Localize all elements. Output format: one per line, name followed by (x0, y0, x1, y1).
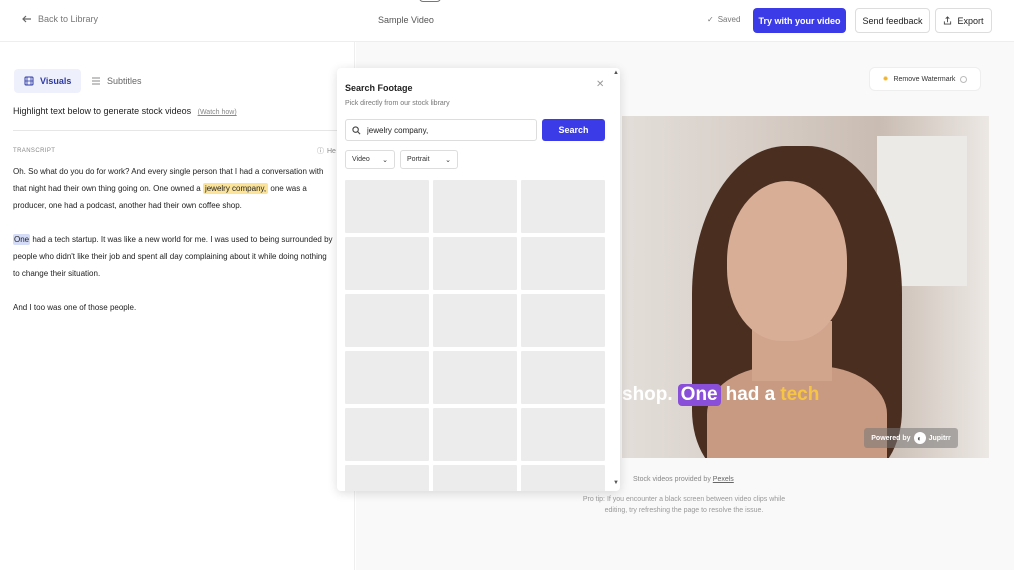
search-icon (352, 125, 361, 134)
watch-how-link[interactable]: (Watch how) (198, 109, 237, 116)
footage-tile[interactable] (433, 180, 517, 233)
caption-word: had a (725, 384, 776, 405)
footage-tile[interactable] (345, 180, 429, 233)
transcript-paragraph[interactable]: Oh. So what do you do for work? And ever… (13, 163, 333, 214)
caption-word: shop. (622, 384, 673, 405)
powered-by-label: Powered by (871, 434, 911, 442)
transcript-text: And I too was one of those people. (13, 303, 137, 312)
chevron-down-icon: ⌄ (382, 156, 388, 164)
window-handle (419, 0, 441, 2)
sparkle-icon: ✹ (882, 76, 889, 83)
footage-tile[interactable] (521, 180, 605, 233)
footage-tile[interactable] (345, 351, 429, 404)
highlighted-phrase[interactable]: jewelry company, (202, 183, 269, 194)
panel-title: Search Footage (345, 83, 413, 93)
help-label: He (327, 147, 336, 155)
footage-search-field[interactable] (345, 119, 537, 141)
saved-status: ✓ Saved (707, 15, 740, 24)
caption-accent-word: tech (780, 384, 820, 405)
footage-tile[interactable] (433, 237, 517, 290)
footage-tile[interactable] (345, 294, 429, 347)
powered-by-badge: Powered by ◐ Jupitrr (864, 428, 958, 448)
person-face (727, 181, 847, 341)
tab-subtitles-label: Subtitles (107, 76, 142, 86)
stock-credit: Stock videos provided by Pexels (633, 476, 734, 483)
help-icon: ⓘ (317, 148, 324, 155)
jupitrr-logo-icon: ◐ (913, 432, 926, 444)
caption-highlight-word: One (677, 384, 721, 406)
credit-text: Stock videos provided by (633, 476, 711, 483)
remove-watermark-button[interactable]: ✹ Remove Watermark (869, 67, 981, 91)
tab-subtitles[interactable]: Subtitles (81, 69, 152, 93)
close-icon[interactable]: ✕ (596, 79, 604, 90)
list-icon (92, 77, 100, 85)
try-with-your-video-button[interactable]: Try with your video (753, 8, 846, 33)
tab-visuals[interactable]: Visuals (14, 69, 82, 93)
top-bar: Back to Library Sample Video ✓ Saved Try… (0, 0, 1014, 42)
brand-name: Jupitrr (928, 434, 951, 442)
watermark-toggle[interactable] (960, 75, 968, 83)
search-footage-panel: Search Footage Pick directly from our st… (337, 68, 620, 491)
export-label: Export (957, 15, 984, 26)
transcript-paragraph[interactable]: One had a tech startup. It was like a ne… (13, 231, 333, 282)
footage-tile[interactable] (433, 351, 517, 404)
search-input[interactable] (367, 125, 527, 135)
panel-subtitle: Pick directly from our stock library (345, 100, 450, 107)
export-button[interactable]: Export (935, 8, 992, 33)
transcript-paragraph[interactable]: And I too was one of those people. (13, 299, 333, 316)
footage-tile[interactable] (345, 408, 429, 461)
footage-tile[interactable] (521, 408, 605, 461)
footage-tile[interactable] (433, 294, 517, 347)
search-button[interactable]: Search (542, 119, 605, 141)
footage-tile[interactable] (345, 465, 429, 491)
arrow-left-icon (22, 15, 31, 23)
tab-visuals-label: Visuals (40, 76, 72, 86)
share-icon (944, 16, 952, 25)
help-button[interactable]: ⓘ He (317, 146, 336, 156)
orientation-dropdown[interactable]: Portrait ⌄ (400, 150, 458, 169)
saved-label: Saved (717, 15, 741, 24)
page-title: Sample Video (378, 15, 434, 25)
footage-tile[interactable] (521, 351, 605, 404)
back-to-library-link[interactable]: Back to Library (22, 14, 98, 24)
transcript-panel: Visuals Subtitles Highlight text below t… (0, 42, 355, 570)
footage-tile[interactable] (521, 237, 605, 290)
footage-tile[interactable] (345, 237, 429, 290)
pexels-link[interactable]: Pexels (713, 476, 734, 483)
hint-text: Highlight text below to generate stock v… (13, 106, 192, 116)
footage-grid (345, 180, 605, 491)
film-icon (24, 76, 34, 86)
footage-tile[interactable] (433, 465, 517, 491)
selected-word[interactable]: One (13, 234, 31, 245)
orientation-value: Portrait (407, 156, 430, 163)
divider (13, 130, 355, 131)
send-feedback-label: Send feedback (862, 15, 923, 26)
send-feedback-button[interactable]: Send feedback (855, 8, 930, 33)
pro-tip: Pro tip: If you encounter a black screen… (582, 496, 786, 514)
media-type-dropdown[interactable]: Video ⌄ (345, 150, 395, 169)
video-caption: shop. One had a tech (622, 384, 819, 406)
scroll-down-icon[interactable]: ▼ (613, 480, 619, 486)
footage-tile[interactable] (521, 294, 605, 347)
highlight-hint: Highlight text below to generate stock v… (13, 106, 237, 116)
scroll-up-icon[interactable]: ▲ (613, 70, 619, 76)
panel-scrollbar[interactable]: ▲ ▼ (613, 68, 620, 491)
back-label: Back to Library (38, 14, 99, 24)
chevron-down-icon: ⌄ (445, 156, 451, 164)
remove-watermark-label: Remove Watermark (893, 75, 956, 83)
transcript-label: TRANSCRIPT (13, 148, 56, 154)
video-preview[interactable]: shop. One had a tech Powered by ◐ Jupitr… (622, 116, 989, 458)
check-icon: ✓ (707, 15, 714, 24)
transcript-text: had a tech startup. It was like a new wo… (13, 235, 333, 278)
media-type-value: Video (352, 156, 370, 163)
footage-tile[interactable] (433, 408, 517, 461)
footage-tile[interactable] (521, 465, 605, 491)
